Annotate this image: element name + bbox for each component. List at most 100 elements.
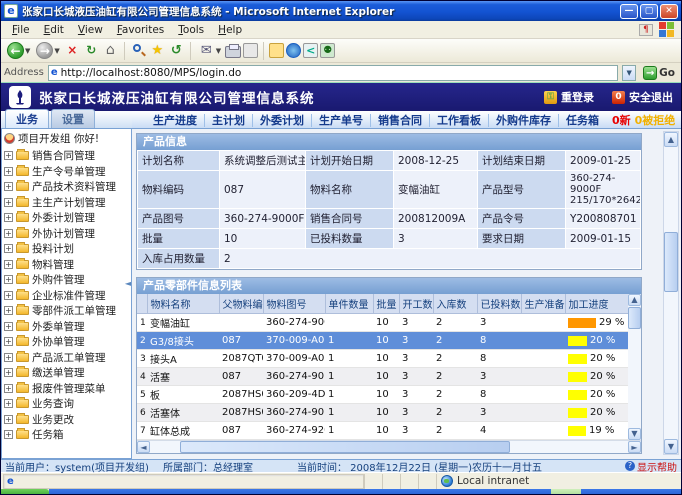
sidebar-item[interactable]: +业务更改	[4, 412, 131, 428]
discuss-button[interactable]	[269, 43, 284, 58]
table-row[interactable]: 2G3/8接头087370-009-A084011032820 %	[137, 332, 630, 350]
parts-vertical-scrollbar[interactable]: ▲ ▼	[628, 294, 641, 440]
address-dropdown[interactable]: ▼	[622, 65, 636, 81]
history-button[interactable]: ↺	[168, 42, 185, 59]
address-input[interactable]	[61, 67, 616, 79]
expand-icon[interactable]: +	[4, 151, 13, 160]
close-button[interactable]: ✕	[660, 4, 678, 19]
sidebar-item[interactable]: +投料计划	[4, 241, 131, 257]
search-button[interactable]	[130, 42, 147, 59]
stop-button[interactable]: ×	[64, 42, 81, 59]
column-header[interactable]: 物料名称	[147, 294, 219, 314]
expand-icon[interactable]: +	[4, 415, 13, 424]
back-dropdown[interactable]: ▼	[25, 47, 30, 55]
page-vertical-scrollbar[interactable]: ▲ ▼	[663, 131, 679, 455]
column-header[interactable]: 已投料数	[477, 294, 521, 314]
plugin-button[interactable]: <	[303, 43, 318, 58]
menu-tools[interactable]: Tools	[171, 23, 211, 37]
sidebar-item[interactable]: +物料管理	[4, 257, 131, 273]
nav-item-4[interactable]: 生产单号	[311, 114, 370, 127]
column-header[interactable]: 批量	[373, 294, 399, 314]
sidebar-item[interactable]: +缴送单管理	[4, 365, 131, 381]
menu-file[interactable]: File	[5, 23, 37, 37]
expand-icon[interactable]: +	[4, 353, 13, 362]
splitter-collapse-icon[interactable]: ◄	[125, 279, 131, 288]
scroll-down-icon[interactable]: ▼	[664, 439, 678, 454]
sidebar-item[interactable]: +销售合同管理	[4, 148, 131, 164]
expand-icon[interactable]: +	[4, 244, 13, 253]
tab-settings[interactable]: 设置	[51, 109, 95, 128]
sidebar-item[interactable]: +业务查询	[4, 396, 131, 412]
table-row[interactable]: 7缸体总成087360-274-9200F11032419 %	[137, 422, 630, 440]
column-header[interactable]: 物料图号	[263, 294, 325, 314]
scroll-thumb[interactable]	[664, 232, 678, 292]
expand-icon[interactable]: +	[4, 291, 13, 300]
parts-horizontal-scrollbar[interactable]: ◄ ►	[137, 440, 641, 453]
tab-business[interactable]: 业务	[5, 109, 49, 128]
column-header[interactable]: 单件数量	[325, 294, 373, 314]
column-header[interactable]: 入库数	[433, 294, 477, 314]
menu-edit[interactable]: Edit	[37, 23, 71, 37]
logout-button[interactable]: 0安全退出	[612, 89, 673, 105]
print-button[interactable]	[225, 46, 241, 58]
table-row[interactable]: 3接头A2087QT002370-009-A085011032820 %	[137, 350, 630, 368]
back-button[interactable]: ←▼	[5, 41, 32, 60]
column-header[interactable]: 生产准备	[521, 294, 565, 314]
language-icon[interactable]: ¶	[639, 24, 653, 36]
messenger-button[interactable]: ⚉	[320, 43, 335, 58]
expand-icon[interactable]: +	[4, 368, 13, 377]
nav-item-3[interactable]: 外委计划	[252, 114, 311, 127]
relogin-button[interactable]: ⚿重登录	[544, 89, 594, 105]
minimize-button[interactable]: —	[620, 4, 638, 19]
expand-icon[interactable]: +	[4, 213, 13, 222]
expand-icon[interactable]: +	[4, 167, 13, 176]
expand-icon[interactable]: +	[4, 275, 13, 284]
maximize-button[interactable]: ▢	[640, 4, 658, 19]
nav-item-8[interactable]: 任务箱	[558, 114, 606, 127]
sidebar-item[interactable]: +产品技术资料管理	[4, 179, 131, 195]
scroll-right-icon[interactable]: ►	[628, 441, 641, 453]
start-button[interactable]	[1, 489, 49, 495]
sidebar-item[interactable]: +报废件管理菜单	[4, 381, 131, 397]
browser-globe-button[interactable]	[286, 43, 301, 58]
expand-icon[interactable]: +	[4, 260, 13, 269]
table-row[interactable]: 5板2087HS002360-209-4D01011032820 %	[137, 386, 630, 404]
scroll-left-icon[interactable]: ◄	[137, 441, 150, 453]
expand-icon[interactable]: +	[4, 306, 13, 315]
sidebar-item[interactable]: +外协计划管理	[4, 226, 131, 242]
column-header[interactable]: 父物料编码	[219, 294, 263, 314]
sidebar-item[interactable]: +外委计划管理	[4, 210, 131, 226]
expand-icon[interactable]: +	[4, 399, 13, 408]
scroll-thumb[interactable]	[180, 441, 510, 453]
expand-icon[interactable]: +	[4, 384, 13, 393]
table-row[interactable]: 4活塞087360-274-9010F11032320 %	[137, 368, 630, 386]
scroll-down-icon[interactable]: ▼	[628, 428, 641, 440]
expand-icon[interactable]: +	[4, 182, 13, 191]
sidebar-item[interactable]: +企业标准件管理	[4, 288, 131, 304]
sidebar-item[interactable]: +外购件管理	[4, 272, 131, 288]
column-header[interactable]: 开工数	[399, 294, 433, 314]
home-button[interactable]: ⌂	[102, 42, 119, 59]
menu-help[interactable]: Help	[211, 23, 249, 37]
nav-item-1[interactable]: 生产进度	[146, 114, 204, 127]
show-help-link[interactable]: ?显示帮助	[625, 459, 677, 474]
sidebar-item[interactable]: +任务箱	[4, 427, 131, 443]
menu-view[interactable]: View	[71, 23, 110, 37]
expand-icon[interactable]: +	[4, 198, 13, 207]
expand-icon[interactable]: +	[4, 337, 13, 346]
nav-item-6[interactable]: 工作看板	[429, 114, 488, 127]
sidebar-item[interactable]: +外委单管理	[4, 319, 131, 335]
forward-button[interactable]: →▼	[34, 41, 61, 60]
mail-dropdown[interactable]: ▼	[216, 47, 221, 55]
sidebar-item[interactable]: +产品派工单管理	[4, 350, 131, 366]
nav-item-7[interactable]: 外购件库存	[488, 114, 558, 127]
scroll-up-icon[interactable]: ▲	[664, 132, 678, 147]
expand-icon[interactable]: +	[4, 229, 13, 238]
nav-item-2[interactable]: 主计划	[204, 114, 252, 127]
forward-dropdown[interactable]: ▼	[54, 47, 59, 55]
sidebar-item[interactable]: +外协单管理	[4, 334, 131, 350]
scroll-thumb[interactable]	[628, 307, 641, 329]
expand-icon[interactable]: +	[4, 430, 13, 439]
edit-button[interactable]	[243, 43, 258, 58]
mail-button[interactable]: ✉▼	[196, 41, 223, 60]
